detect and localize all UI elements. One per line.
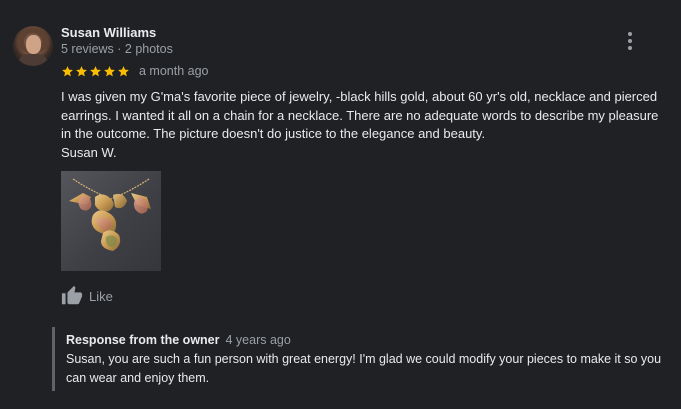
owner-response-header: Response from the owner 4 years ago — [66, 333, 672, 347]
review-time: a month ago — [139, 64, 209, 78]
more-vert-icon-dot — [628, 39, 632, 43]
owner-response: Response from the owner 4 years ago Susa… — [52, 327, 672, 391]
owner-response-text: Susan, you are such a fun person with gr… — [66, 352, 662, 385]
avatar-face — [26, 35, 41, 54]
more-options-button[interactable] — [620, 30, 640, 52]
reviewer-meta: 5 reviews · 2 photos — [61, 42, 173, 56]
rating-row: a month ago — [61, 64, 209, 78]
owner-response-title: Response from the owner — [66, 333, 220, 347]
more-vert-icon-dot — [628, 46, 632, 50]
owner-response-time: 4 years ago — [225, 333, 291, 347]
review-text: I was given my G'ma's favorite piece of … — [61, 88, 661, 162]
reviewer-avatar[interactable] — [13, 26, 53, 66]
review-signature: Susan W. — [61, 144, 117, 160]
like-button[interactable]: Like — [61, 285, 113, 307]
star-icon — [76, 65, 87, 76]
like-label: Like — [89, 288, 113, 304]
star-icon — [62, 65, 73, 76]
necklace-photo-image — [69, 178, 151, 251]
reviewer-name[interactable]: Susan Williams — [61, 25, 156, 40]
star-rating — [61, 65, 130, 78]
star-icon — [90, 65, 101, 76]
star-icon — [118, 65, 129, 76]
star-icon — [104, 65, 115, 76]
more-vert-icon — [628, 32, 632, 36]
avatar-body — [19, 54, 47, 66]
thumbs-up-icon — [61, 285, 83, 305]
review-paragraph: I was given my G'ma's favorite piece of … — [61, 89, 659, 141]
review-photo[interactable] — [61, 171, 161, 271]
